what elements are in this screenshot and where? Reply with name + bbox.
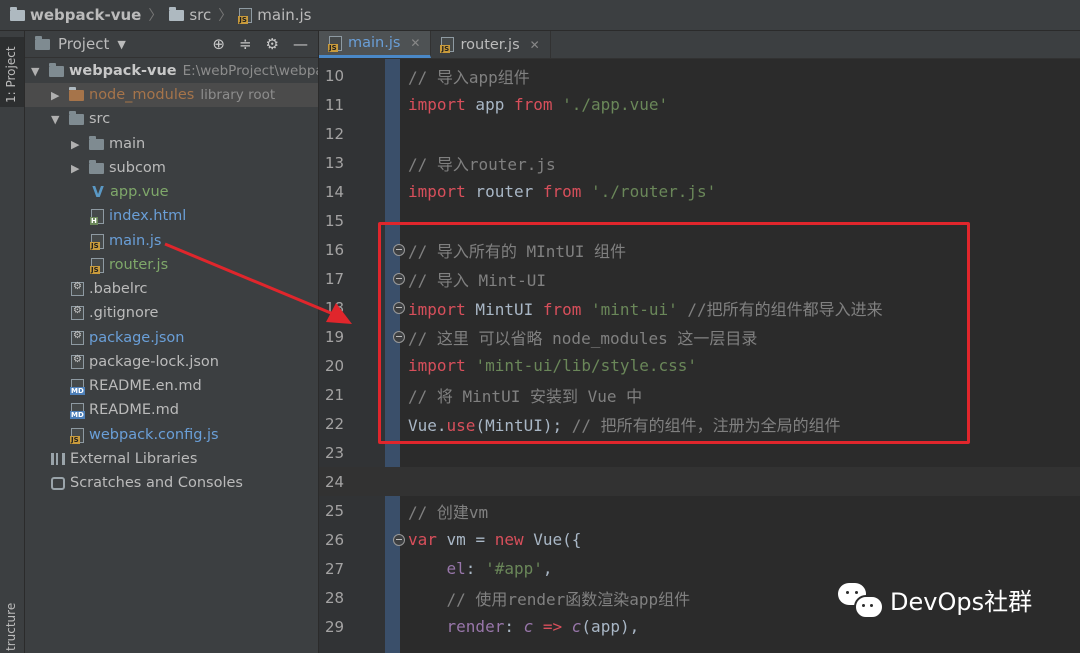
expand-arrow-icon[interactable]: ▼ <box>31 65 45 78</box>
editor-tab-bar: JS main.js ✕ JS router.js ✕ <box>319 31 1080 59</box>
js-file-icon: JS <box>238 7 253 24</box>
tree-item-package-lock-json[interactable]: package-lock.json <box>25 350 318 374</box>
tool-tab-project[interactable]: 1: Project <box>0 37 24 107</box>
code-line: 10 // 导入app组件 <box>325 66 530 87</box>
tree-item-index-html[interactable]: H index.html <box>25 204 318 228</box>
code-text: import router from './router.js' <box>408 182 717 201</box>
folder-icon <box>89 135 104 150</box>
code-line: 13 // 导入router.js <box>325 153 556 174</box>
code-line: 25 // 创建vm <box>325 501 489 522</box>
tree-item-app-vue[interactable]: V app.vue <box>25 180 318 204</box>
close-icon[interactable]: ✕ <box>530 38 540 52</box>
tool-tab-structure[interactable]: tructure <box>0 591 24 653</box>
js-file-icon: JS <box>440 37 455 53</box>
project-view-selector[interactable]: Project <box>58 35 109 53</box>
tree-item-external-libraries[interactable]: External Libraries <box>25 447 318 471</box>
folder-icon <box>89 159 104 174</box>
code-line: 11 import app from './app.vue' <box>325 95 669 114</box>
tree-item-readme-md[interactable]: MD README.md <box>25 398 318 422</box>
target-icon[interactable]: ⊕ <box>212 35 225 53</box>
json-file-icon <box>71 330 84 345</box>
project-panel: Project ▼ ⊕ ≑ ⚙ — ▼ webpack-vue E:\webPr… <box>25 31 318 653</box>
folder-icon <box>10 6 25 21</box>
tree-item-subcom[interactable]: ▶ subcom <box>25 156 318 180</box>
breadcrumb: webpack-vue 〉 src 〉 JS main.js <box>0 0 1080 31</box>
config-file-icon <box>71 305 84 320</box>
markdown-file-icon: MD <box>70 378 85 395</box>
config-file-icon <box>71 281 84 296</box>
wechat-icon <box>838 582 884 619</box>
minimize-icon[interactable]: — <box>293 35 308 53</box>
code-text: var vm = new Vue({ <box>408 530 582 549</box>
code-line: 14 import router from './router.js' <box>325 182 717 201</box>
code-line: 27 el: '#app', <box>325 559 553 578</box>
breadcrumb-folder[interactable]: src <box>169 6 211 24</box>
close-icon[interactable]: ✕ <box>410 36 420 50</box>
fold-icon[interactable] <box>393 533 405 546</box>
vue-file-icon: V <box>92 183 104 201</box>
chevron-down-icon[interactable]: ▼ <box>117 38 125 51</box>
gear-icon[interactable]: ⚙ <box>266 35 279 53</box>
folder-icon <box>69 110 84 125</box>
left-tool-strip: 1: Project tructure <box>0 31 25 653</box>
breadcrumb-file[interactable]: JS main.js <box>238 6 312 24</box>
code-text: el: '#app', <box>446 559 553 578</box>
tab-main-js[interactable]: JS main.js ✕ <box>319 31 432 58</box>
tree-item-src[interactable]: ▼ src <box>25 107 318 131</box>
code-line: 12 <box>325 124 345 143</box>
chevron-right-icon: 〉 <box>218 8 233 24</box>
tree-item-webpack-config-js[interactable]: JS webpack.config.js <box>25 423 318 447</box>
js-file-icon: JS <box>90 233 104 250</box>
project-panel-header: Project ▼ ⊕ ≑ ⚙ — <box>25 31 318 58</box>
folder-icon <box>35 35 50 50</box>
js-file-icon: JS <box>328 35 342 52</box>
code-text: import app from './app.vue' <box>408 95 669 114</box>
tree-item-scratches[interactable]: Scratches and Consoles <box>25 471 318 495</box>
code-line-current: 24 <box>319 467 1080 496</box>
expand-arrow-icon[interactable]: ▶ <box>51 89 65 102</box>
collapse-icon[interactable]: ≑ <box>239 35 252 53</box>
expand-arrow-icon[interactable]: ▶ <box>71 138 85 151</box>
js-file-icon: JS <box>90 257 104 274</box>
code-text: render: c => c(app), <box>446 617 640 636</box>
tree-item-readme-en-md[interactable]: MD README.en.md <box>25 374 318 398</box>
chevron-right-icon: 〉 <box>148 8 163 24</box>
expand-arrow-icon[interactable]: ▶ <box>71 162 85 175</box>
scratch-icon <box>51 476 65 490</box>
json-file-icon <box>71 354 84 369</box>
code-line: 26 var vm = new Vue({ <box>325 530 582 549</box>
expand-arrow-icon[interactable]: ▼ <box>51 113 65 126</box>
tree-item-node-modules[interactable]: ▶ node_modules library root <box>25 83 318 107</box>
html-file-icon: H <box>90 208 104 225</box>
tree-item-package-json[interactable]: package.json <box>25 326 318 350</box>
folder-icon <box>49 62 64 77</box>
folder-icon <box>69 86 84 101</box>
tree-item-webpack-vue[interactable]: ▼ webpack-vue E:\webProject\webpa <box>25 59 318 83</box>
library-icon <box>51 453 65 465</box>
watermark: DevOps社群 <box>838 582 1032 619</box>
tree-item-router-js[interactable]: JS router.js <box>25 253 318 277</box>
tree-item-main-js[interactable]: JS main.js <box>25 229 318 253</box>
breadcrumb-project[interactable]: webpack-vue <box>10 6 141 24</box>
tree-item-main[interactable]: ▶ main <box>25 132 318 156</box>
folder-icon <box>169 6 185 21</box>
tree-item-babelrc[interactable]: .babelrc <box>25 277 318 301</box>
tab-router-js[interactable]: JS router.js ✕ <box>431 31 551 58</box>
markdown-file-icon: MD <box>70 402 85 419</box>
js-file-icon: JS <box>70 427 84 444</box>
tree-item-gitignore[interactable]: .gitignore <box>25 301 318 325</box>
highlight-box <box>378 222 970 444</box>
